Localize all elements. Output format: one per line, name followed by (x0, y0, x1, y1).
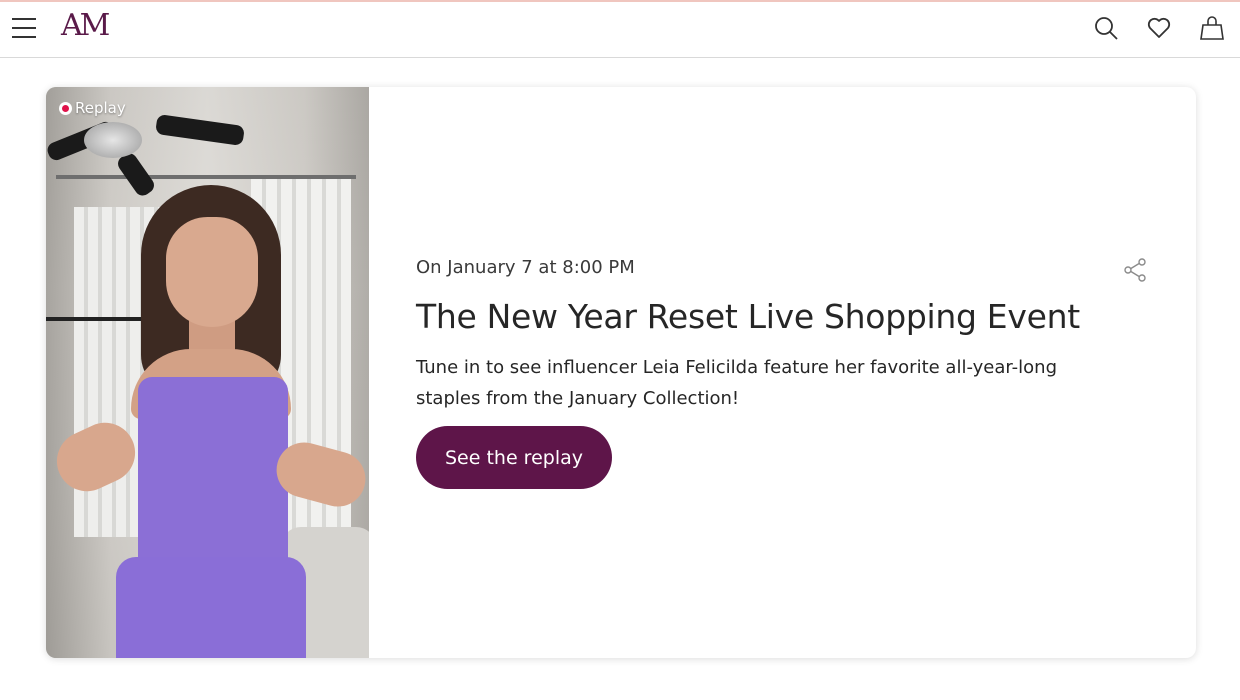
event-title: The New Year Reset Live Shopping Event (416, 297, 1080, 336)
share-icon[interactable] (1122, 257, 1148, 283)
event-description: Tune in to see influencer Leia Felicilda… (416, 357, 1057, 409)
record-dot-icon (59, 101, 72, 115)
replay-badge: Replay (59, 99, 126, 117)
event-details: On January 7 at 8:00 PM The New Year Res… (416, 87, 1176, 658)
live-event-card: Replay On January 7 at 8:00 PM The New Y… (46, 87, 1196, 658)
event-date: On January 7 at 8:00 PM (416, 257, 635, 278)
replay-video-thumbnail[interactable]: Replay (46, 87, 369, 658)
brand-logo[interactable]: AM (61, 8, 110, 43)
see-replay-button[interactable]: See the replay (416, 426, 612, 489)
replay-badge-label: Replay (75, 99, 126, 117)
heart-icon[interactable] (1146, 15, 1172, 41)
shopping-bag-icon[interactable] (1199, 15, 1225, 41)
menu-icon[interactable] (12, 18, 38, 40)
search-icon[interactable] (1093, 15, 1119, 41)
site-header: AM (0, 2, 1240, 58)
